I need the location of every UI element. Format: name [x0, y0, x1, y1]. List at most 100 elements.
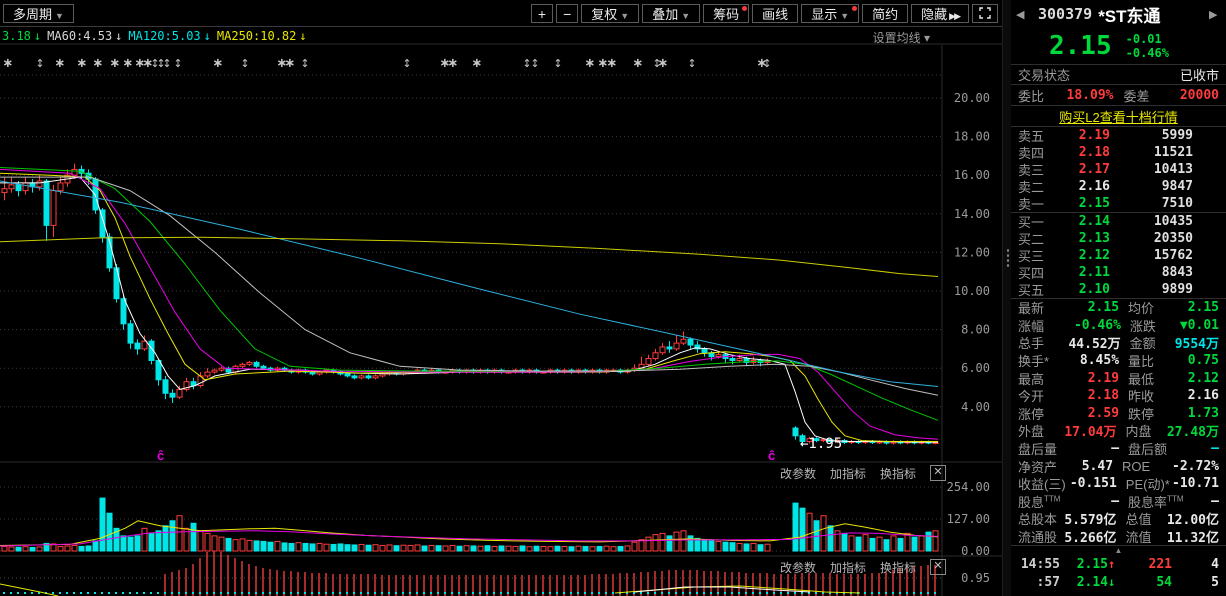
stat-row: 涨幅-0.46%涨跌▼0.01 [1011, 317, 1226, 335]
stat-row: 外盘17.04万内盘27.48万 [1011, 422, 1226, 440]
event-arrow-icon: ↕ [35, 57, 44, 70]
stat-row: 今开2.18昨收2.16 [1011, 387, 1226, 405]
toolbar-button-复权[interactable]: 复权▼ [581, 4, 639, 23]
buy-order-row[interactable]: 买二2.1320350 [1011, 230, 1226, 247]
sell-order-row[interactable]: 卖一2.157510 [1011, 195, 1226, 212]
sell-order-row[interactable]: 卖四2.1811521 [1011, 144, 1226, 161]
fullscreen-icon [979, 7, 991, 19]
event-star-icon: ∗ [77, 56, 88, 71]
event-star-icon: ∗ [55, 56, 66, 71]
sell-order-row[interactable]: 卖二2.169847 [1011, 178, 1226, 195]
event-star-icon: ∗ [3, 56, 14, 71]
trend-down-arrow-icon: ↓ [34, 29, 41, 43]
trade-status-row: 交易状态 已收市 [1011, 64, 1226, 84]
event-arrow-icon: ↕ [687, 57, 696, 70]
switch-indicator-button[interactable]: 换指标 [880, 465, 916, 482]
chevron-down-icon: ▼ [620, 11, 629, 21]
event-arrow-icon: ↕ [402, 57, 411, 70]
close-volume-pane-icon[interactable]: ✕ [930, 465, 946, 481]
buy-order-row[interactable]: 买四2.118843 [1011, 264, 1226, 281]
trend-down-arrow-icon: ↓ [204, 29, 211, 43]
trade-ticker: 14:552.15↑2214:572.14↓545 [1011, 555, 1226, 591]
toolbar-button-−[interactable]: − [556, 4, 578, 23]
stat-row: 流通股5.266亿流值11.32亿 [1011, 528, 1226, 546]
toolbar-button-画线[interactable]: 画线 [752, 4, 798, 23]
buy-order-row[interactable]: 买一2.1410435 [1011, 213, 1226, 230]
fullscreen-button[interactable] [972, 4, 998, 23]
next-stock-arrow[interactable]: ▶ [1209, 8, 1221, 21]
ma-green [0, 168, 938, 421]
price-block: 2.15 -0.01-0.46% [1011, 28, 1226, 64]
trading-app-window: 多周期▼ +−复权▼叠加▼筹码画线显示▼简约隐藏▶▶ 3.18↓MA60:4.5… [0, 0, 1226, 596]
svg-text:20.00: 20.00 [954, 91, 990, 105]
event-star-icon: ∗ [607, 56, 618, 71]
close-indicator-pane-icon[interactable]: ✕ [930, 559, 946, 575]
splitter-grip-icon [1006, 248, 1010, 268]
ma-label: MA250:10.82↓ [217, 28, 307, 43]
volume-pane-toolbar: 改参数 加指标 换指标 ✕ [780, 465, 946, 481]
stat-row: 最高2.19最低2.12 [1011, 369, 1226, 387]
prev-stock-arrow[interactable]: ◀ [1016, 8, 1028, 21]
ma-cyan-diag [0, 181, 938, 387]
ma-settings-dropdown[interactable]: 设置均线 ▾ [873, 29, 930, 46]
stat-row: 换手*8.45%量比0.75 [1011, 352, 1226, 370]
chevron-down-icon: ▼ [840, 11, 849, 21]
svg-text:127.00: 127.00 [947, 512, 990, 526]
event-star-icon: ∗ [213, 56, 224, 71]
quote-header: ◀ 300379 *ST东通 ▶ [1011, 0, 1226, 28]
ex-right-marker: ĉ [157, 448, 164, 463]
toolbar-button-隐藏[interactable]: 隐藏▶▶ [911, 4, 969, 23]
change-params-button[interactable]: 改参数 [780, 559, 816, 576]
toolbar-button-筹码[interactable]: 筹码 [703, 4, 749, 23]
stat-row: 盘后量—盘后额— [1011, 440, 1226, 458]
svg-text:8.00: 8.00 [961, 323, 990, 337]
collapse-panel-icon[interactable]: ▲ [1115, 547, 1123, 555]
candles [2, 164, 938, 447]
weicha-value: 20000 [1150, 88, 1219, 103]
volume-bars [2, 498, 938, 551]
event-arrow-icon: ↕ [530, 57, 539, 70]
ma250-yellow [0, 237, 938, 276]
quote-panel: ◀ 300379 *ST东通 ▶ 2.15 -0.01-0.46% 交易状态 已… [1011, 0, 1226, 596]
toolbar-button-显示[interactable]: 显示▼ [801, 4, 859, 23]
weibi-row: 委比 18.09% 委差 20000 [1011, 84, 1226, 105]
weibi-value: 18.09% [1044, 88, 1113, 103]
event-star-icon: ∗ [285, 56, 296, 71]
toolbar-button-+[interactable]: + [531, 4, 553, 23]
change-params-button[interactable]: 改参数 [780, 465, 816, 482]
ma-label: MA120:5.03↓ [128, 28, 210, 43]
toolbar-button-简约[interactable]: 简约 [862, 4, 908, 23]
period-dropdown-button[interactable]: 多周期▼ [3, 4, 74, 23]
stat-row: 涨停2.59跌停1.73 [1011, 405, 1226, 423]
event-star-icon: ∗ [633, 56, 644, 71]
stat-row: 股息TTM—股息率TTM— [1011, 493, 1226, 511]
svg-text:12.00: 12.00 [954, 245, 990, 259]
stock-name: *ST东通 [1098, 2, 1209, 27]
add-indicator-button[interactable]: 加指标 [830, 465, 866, 482]
event-arrow-icon: ↕ [173, 57, 182, 70]
toolbar-button-叠加[interactable]: 叠加▼ [642, 4, 700, 23]
svg-text:16.00: 16.00 [954, 168, 990, 182]
svg-text:18.00: 18.00 [954, 130, 990, 144]
sell-order-row[interactable]: 卖五2.195999 [1011, 127, 1226, 144]
switch-indicator-button[interactable]: 换指标 [880, 559, 916, 576]
svg-text:0.00: 0.00 [961, 544, 990, 558]
buy-order-row[interactable]: 买五2.109899 [1011, 281, 1226, 298]
buy-order-row[interactable]: 买三2.1215762 [1011, 247, 1226, 264]
svg-text:6.00: 6.00 [961, 361, 990, 375]
ma-label: MA60:4.53↓ [47, 28, 122, 43]
low-price-label: ←1.95 [800, 436, 842, 452]
price-gridlines [0, 44, 1002, 596]
sell-order-row[interactable]: 卖三2.1710413 [1011, 161, 1226, 178]
event-star-icon: ∗ [93, 56, 104, 71]
event-arrow-icon: ↕ [762, 57, 771, 70]
candlestick-chart-canvas[interactable]: ∗∗∗∗∗∗∗∗∗∗∗∗∗∗∗∗∗∗∗∗↕↕↕↕↕↕↕↕↕↕↕↕↕↕20.001… [0, 26, 1002, 596]
chart-region: 3.18↓MA60:4.53↓MA120:5.03↓MA250:10.82↓ 设… [0, 26, 1002, 596]
svg-text:254.00: 254.00 [947, 480, 990, 494]
add-indicator-button[interactable]: 加指标 [830, 559, 866, 576]
buy-l2-link[interactable]: 购买L2查看十档行情 [1059, 107, 1177, 126]
ticker-row: 14:552.15↑2214 [1011, 555, 1226, 573]
double-arrow-icon: ▶▶ [949, 11, 959, 21]
event-star-icon: ∗ [472, 56, 483, 71]
stock-code: 300379 [1038, 5, 1092, 23]
